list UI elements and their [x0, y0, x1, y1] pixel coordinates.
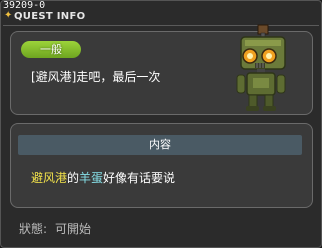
status-value: 可開始: [55, 222, 92, 236]
description-text: 好像有话要说: [103, 171, 176, 185]
location-name: 避风港: [31, 171, 68, 185]
quest-status: 狀態: 可開始: [19, 220, 91, 238]
quest-name: [避风港]走吧，最后一次: [31, 70, 161, 84]
window-title: QUEST INFO: [14, 11, 86, 22]
description-text: 的: [67, 171, 80, 185]
category-badge: 一般: [21, 41, 81, 58]
robot-npc-icon: [236, 24, 286, 111]
quest-description: 避风港的羊蛋好像有话要说: [31, 170, 175, 186]
quest-info-window: 39209-0 ✦ QUEST INFO 一般 [避风港]走吧，最后一次 内容 …: [0, 0, 322, 248]
npc-name: 羊蛋: [79, 171, 104, 185]
status-label: 狀態:: [19, 222, 48, 236]
content-section-header: 内容: [18, 135, 302, 155]
star-icon: ✦: [4, 10, 13, 21]
